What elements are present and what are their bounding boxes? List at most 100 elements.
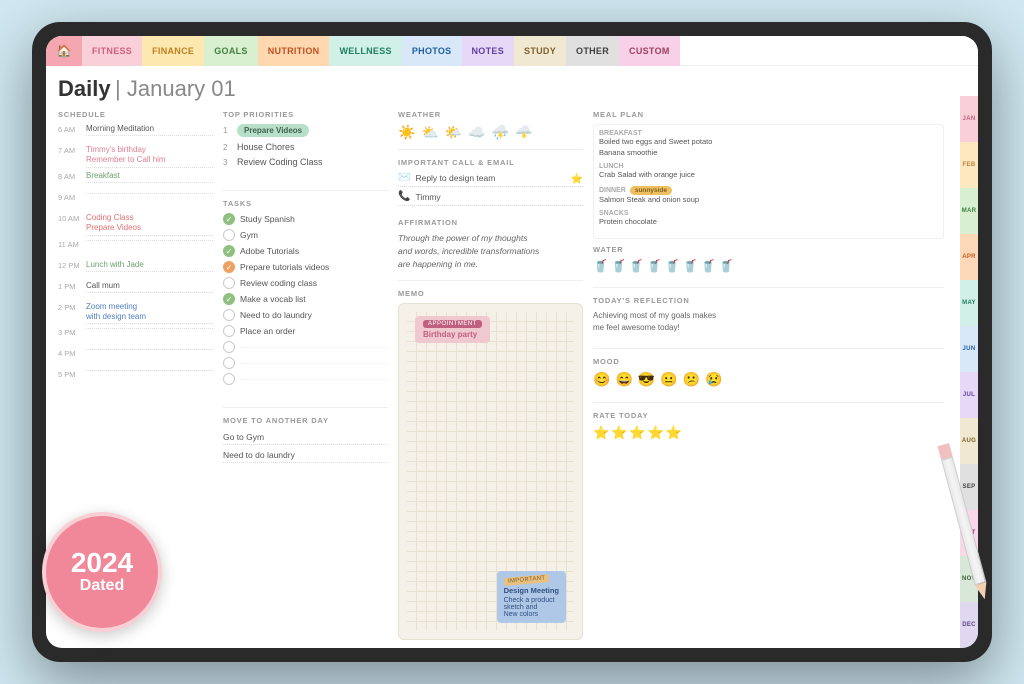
meal-snacks: Snacks Protein chocolate xyxy=(599,210,938,228)
water-cup[interactable]: 🥤 xyxy=(611,259,626,273)
home-button[interactable]: 🏠 xyxy=(46,36,82,66)
priority-number: 2 xyxy=(223,143,237,152)
task-checkbox[interactable] xyxy=(223,373,235,385)
memo-sticker2-text: Check a product sketch and New colors xyxy=(504,597,559,618)
memo-sticker1-text: Birthday party xyxy=(423,330,482,339)
rate-star[interactable]: ⭐ xyxy=(629,425,645,441)
memo-sticker1: APPOINTMENT Birthday party xyxy=(415,316,490,343)
task-checkbox[interactable] xyxy=(223,341,235,353)
month-may[interactable]: MAY xyxy=(960,280,978,326)
task-checkbox[interactable] xyxy=(223,245,235,257)
dinner-text: Salmon Steak and onion soup xyxy=(599,195,938,206)
water-cup[interactable]: 🥤 xyxy=(593,259,608,273)
task-text: Need to do laundry xyxy=(240,310,388,321)
contacts-section-title: IMPORTANT CALL & EMAIL xyxy=(398,158,583,167)
task-item[interactable]: Prepare tutorials videos xyxy=(223,261,388,273)
mood-face[interactable]: 😐 xyxy=(660,371,677,388)
moveto-section-title: MOVE TO ANOTHER DAY xyxy=(223,416,388,425)
task-item[interactable] xyxy=(223,341,388,353)
tab-notes[interactable]: NOTES xyxy=(462,36,515,66)
tab-study[interactable]: STUDY xyxy=(514,36,566,66)
weather-icons: ☀️⛅🌤️☁️⛈️🌩️ xyxy=(398,124,583,141)
schedule-item: 8 AMBreakfast xyxy=(58,171,213,189)
water-cup[interactable]: 🥤 xyxy=(665,259,680,273)
task-checkbox[interactable] xyxy=(223,309,235,321)
rate-star[interactable]: ⭐ xyxy=(593,425,609,441)
water-cup[interactable]: 🥤 xyxy=(629,259,644,273)
month-apr[interactable]: APR xyxy=(960,234,978,280)
task-item[interactable]: Make a vocab list xyxy=(223,293,388,305)
memo-section-title: MEMO xyxy=(398,289,583,298)
mood-face[interactable]: 😄 xyxy=(615,371,632,388)
moveto-item: Go to Gym xyxy=(223,430,388,445)
task-checkbox[interactable] xyxy=(223,229,235,241)
tab-wellness[interactable]: WELLNESS xyxy=(329,36,401,66)
time-label: 12 PM xyxy=(58,260,86,270)
weather-icon: 🌤️ xyxy=(445,124,462,141)
tab-other[interactable]: OTHER xyxy=(566,36,619,66)
rate-star[interactable]: ⭐ xyxy=(666,425,682,441)
contact-icon: ✉️ xyxy=(398,172,410,183)
tab-fitness[interactable]: FITNESS xyxy=(82,36,142,66)
task-checkbox[interactable] xyxy=(223,261,235,273)
mood-face[interactable]: 😎 xyxy=(638,371,655,388)
priorities-list: 1Prepare Videos2House Chores3Review Codi… xyxy=(223,124,388,172)
time-label: 1 PM xyxy=(58,281,86,291)
water-cup[interactable]: 🥤 xyxy=(683,259,698,273)
mood-face[interactable]: 😊 xyxy=(593,371,610,388)
time-label: 4 PM xyxy=(58,348,86,358)
month-jan[interactable]: JAN xyxy=(960,96,978,142)
tab-photos[interactable]: PHOTOS xyxy=(402,36,462,66)
schedule-item: 9 AM xyxy=(58,192,213,210)
water-cup[interactable]: 🥤 xyxy=(647,259,662,273)
task-item[interactable]: Review coding class xyxy=(223,277,388,289)
water-cup[interactable]: 🥤 xyxy=(701,259,716,273)
task-item[interactable]: Need to do laundry xyxy=(223,309,388,321)
schedule-text: Morning Meditation xyxy=(86,124,213,136)
task-text xyxy=(240,378,388,380)
task-text: Review coding class xyxy=(240,278,388,289)
rate-star[interactable]: ⭐ xyxy=(648,425,664,441)
month-dec[interactable]: DEC xyxy=(960,602,978,648)
meal-lunch: Lunch Crab Salad with orange juice xyxy=(599,163,938,181)
month-feb[interactable]: FEB xyxy=(960,142,978,188)
month-aug[interactable]: AUG xyxy=(960,418,978,464)
tab-custom[interactable]: CUSTOM xyxy=(619,36,680,66)
task-item[interactable]: Adobe Tutorials xyxy=(223,245,388,257)
contact-item: ✉️Reply to design team⭐ xyxy=(398,172,583,187)
mood-face[interactable]: 😢 xyxy=(705,371,722,388)
rate-star[interactable]: ⭐ xyxy=(611,425,627,441)
task-text: Gym xyxy=(240,230,388,241)
tab-nutrition[interactable]: NUTRITION xyxy=(258,36,330,66)
time-label: 3 PM xyxy=(58,327,86,337)
moveto-item: Need to do laundry xyxy=(223,448,388,463)
schedule-section-title: SCHEDULE xyxy=(58,110,213,119)
task-item[interactable] xyxy=(223,373,388,385)
task-checkbox[interactable] xyxy=(223,357,235,369)
month-jun[interactable]: JUN xyxy=(960,326,978,372)
task-item[interactable]: Gym xyxy=(223,229,388,241)
month-jul[interactable]: JUL xyxy=(960,372,978,418)
tab-finance[interactable]: FINANCE xyxy=(142,36,204,66)
month-mar[interactable]: MAR xyxy=(960,188,978,234)
task-checkbox[interactable] xyxy=(223,277,235,289)
task-item[interactable]: Place an order xyxy=(223,325,388,337)
star-icon: ⭐ xyxy=(571,174,583,185)
schedule-text: Zoom meeting with design team xyxy=(86,302,213,325)
schedule-item: 12 PMLunch with Jade xyxy=(58,260,213,278)
affirmation-text: Through the power of my thoughts and wor… xyxy=(398,232,583,270)
task-checkbox[interactable] xyxy=(223,293,235,305)
tab-goals[interactable]: GOALS xyxy=(204,36,258,66)
task-item[interactable]: Study Spanish xyxy=(223,213,388,225)
task-text: Make a vocab list xyxy=(240,294,388,305)
right-column: MEAL PLAN Breakfast Boiled two eggs and … xyxy=(593,110,966,640)
water-cup[interactable]: 🥤 xyxy=(719,259,734,273)
mood-face[interactable]: 😕 xyxy=(683,371,700,388)
schedule-item: 3 PM xyxy=(58,327,213,345)
page-title-light: | January 01 xyxy=(115,76,236,101)
tasks-column: TOP PRIORITIES 1Prepare Videos2House Cho… xyxy=(223,110,388,640)
task-checkbox[interactable] xyxy=(223,325,235,337)
task-item[interactable] xyxy=(223,357,388,369)
task-checkbox[interactable] xyxy=(223,213,235,225)
memo-sticker2-label: IMPORTANT xyxy=(503,574,549,586)
